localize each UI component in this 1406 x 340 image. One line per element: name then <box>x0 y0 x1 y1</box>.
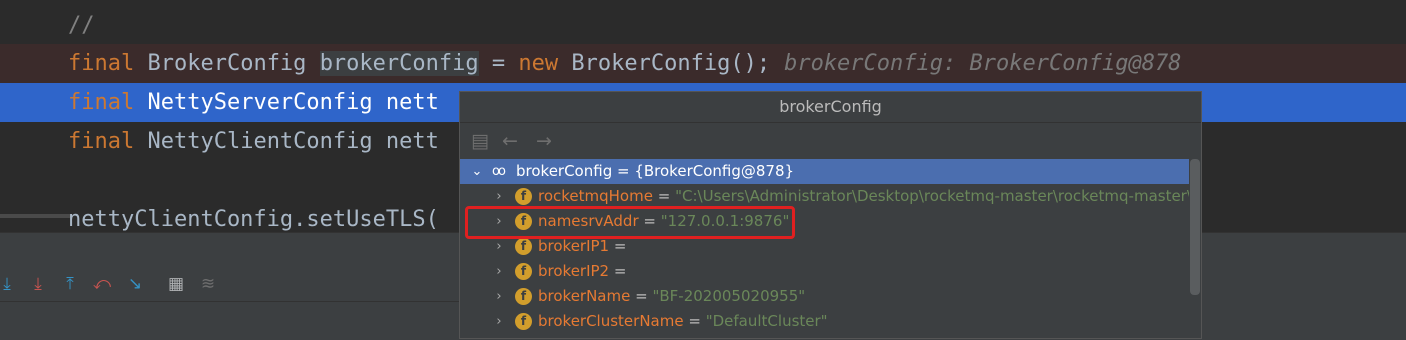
type-name: BrokerConfig <box>147 51 307 76</box>
tree-row-brokerip2[interactable]: › f brokerIP2 = <box>460 259 1189 284</box>
tree-row-brokername[interactable]: › f brokerName = "BF-202005020955" <box>460 284 1189 309</box>
variable-brokerconfig[interactable]: brokerConfig <box>319 51 479 76</box>
equals-sign: = <box>657 187 671 205</box>
tree-row-brokerclustername[interactable]: › f brokerClusterName = "DefaultCluster" <box>460 309 1189 334</box>
field-value: "BF-202005020955" <box>652 287 806 305</box>
field-icon: f <box>515 288 532 305</box>
field-name: brokerIP2 <box>538 262 610 280</box>
chevron-right-icon[interactable]: › <box>492 309 506 334</box>
trace-icon[interactable]: ≋ <box>197 273 219 295</box>
keyword-final: final <box>68 129 135 154</box>
field-icon: f <box>515 313 532 330</box>
root-variable-value: = {BrokerConfig@878} <box>617 162 795 180</box>
forward-arrow-icon[interactable]: → <box>532 129 556 153</box>
equals-sign: = <box>613 262 627 280</box>
comment-text: // <box>68 13 95 38</box>
equals-sign: = <box>635 287 648 305</box>
code-line-comment: // <box>0 6 1406 45</box>
step-into-icon[interactable]: ⤓ <box>0 273 18 295</box>
horizontal-scrollbar[interactable] <box>0 214 70 218</box>
constructor-call: BrokerConfig(); <box>571 51 771 76</box>
toolbar-divider <box>0 301 460 302</box>
field-name: rocketmqHome <box>538 187 653 205</box>
run-to-cursor-icon[interactable]: ↘ <box>124 273 146 295</box>
field-name: brokerName <box>538 287 631 305</box>
line-text: nettyClientConfig.setUseTLS( <box>68 207 439 232</box>
popup-toolbar: ▤ ← → <box>460 123 1201 159</box>
keyword-final: final <box>68 90 135 115</box>
selected-line-text: NettyServerConfig nett <box>147 90 439 115</box>
equals-sign: = <box>613 237 627 255</box>
annotation-highlight-box <box>465 206 795 239</box>
force-step-into-icon[interactable]: ⤓ <box>27 273 49 295</box>
equals-sign: = <box>688 312 701 330</box>
code-line-breakpoint: final BrokerConfig brokerConfig = new Br… <box>0 44 1406 83</box>
line-text: NettyClientConfig nett <box>147 129 439 154</box>
assign-operator: = <box>491 51 506 76</box>
bookmark-icon[interactable]: ▤ <box>468 129 492 153</box>
chevron-right-icon[interactable]: › <box>492 259 506 284</box>
inline-debug-value: brokerConfig: BrokerConfig@878 <box>784 51 1182 76</box>
evaluate-expression-icon[interactable]: ▦ <box>165 273 187 295</box>
field-icon: f <box>515 188 532 205</box>
field-name: brokerIP1 <box>538 237 610 255</box>
variable-tree: ⌄ oo brokerConfig = {BrokerConfig@878} ›… <box>460 159 1189 339</box>
field-value: "C:\Users\Administrator\Desktop\rocketmq… <box>675 187 1189 205</box>
field-value: "DefaultCluster" <box>705 312 828 330</box>
back-arrow-icon[interactable]: ← <box>498 129 522 153</box>
keyword-final: final <box>68 51 135 76</box>
field-icon: f <box>515 238 532 255</box>
drop-frame-icon[interactable]: ⤺ <box>91 273 113 295</box>
chevron-right-icon[interactable]: › <box>492 284 506 309</box>
field-name: brokerClusterName <box>538 312 684 330</box>
vertical-scrollbar[interactable] <box>1190 159 1200 295</box>
watch-glasses-icon: oo <box>492 164 506 179</box>
keyword-new: new <box>518 51 559 76</box>
field-icon: f <box>515 263 532 280</box>
tree-root-row[interactable]: ⌄ oo brokerConfig = {BrokerConfig@878} <box>460 159 1189 184</box>
chevron-down-icon[interactable]: ⌄ <box>470 159 484 184</box>
root-variable-name: brokerConfig <box>516 162 613 180</box>
popup-title: brokerConfig <box>460 92 1201 123</box>
step-out-icon[interactable]: ⤒ <box>59 273 81 295</box>
